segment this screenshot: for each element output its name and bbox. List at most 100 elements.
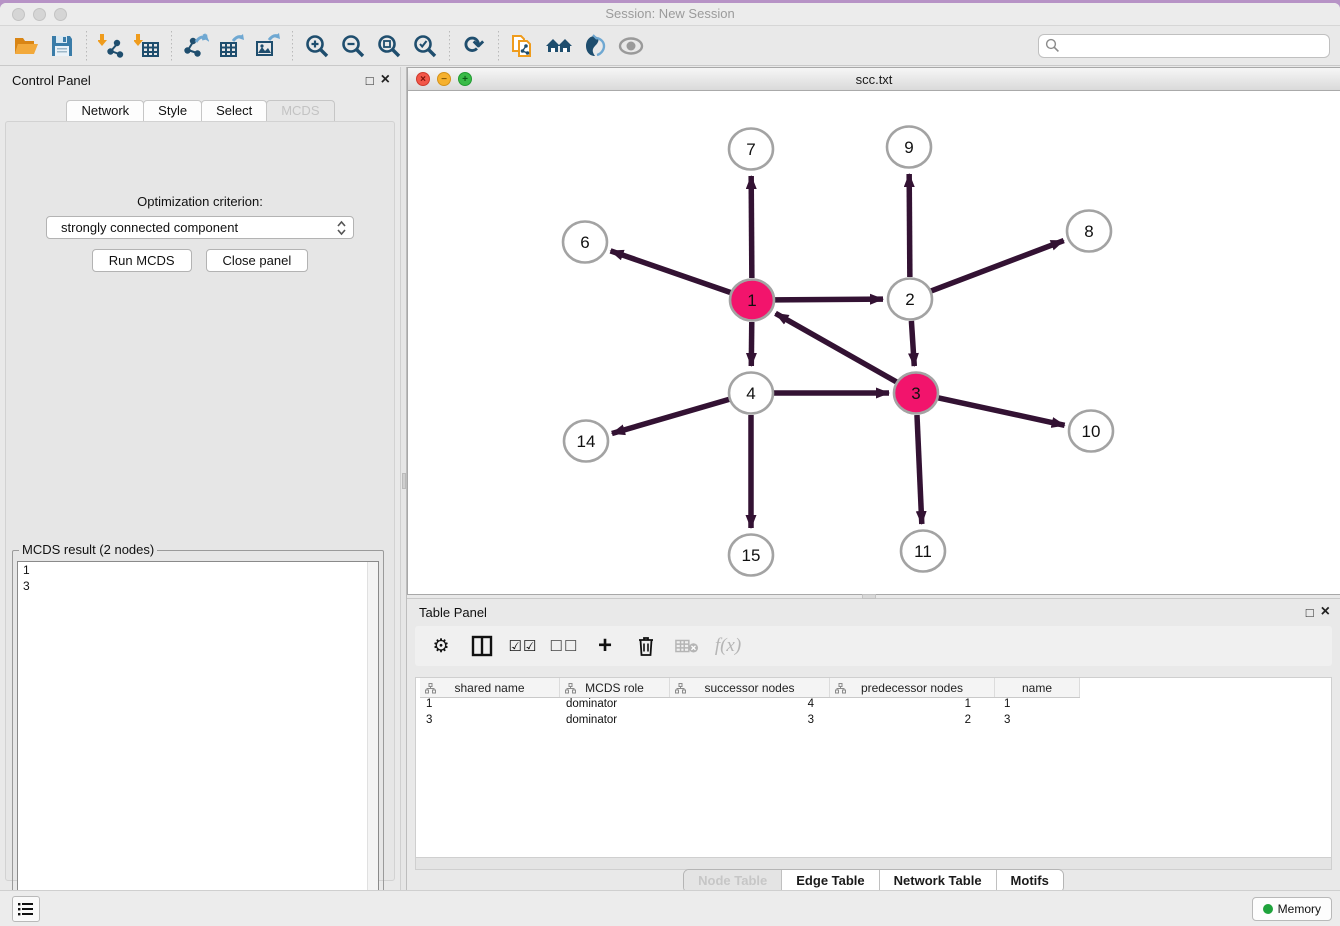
node-label: 15 [742, 546, 761, 565]
cell[interactable]: 2 [830, 714, 995, 730]
memory-status-icon [1263, 904, 1273, 914]
node-label: 4 [746, 384, 755, 403]
eye-icon[interactable] [615, 30, 647, 62]
criterion-select[interactable]: strongly connected component [46, 216, 354, 239]
tab-mcds[interactable]: MCDS [266, 100, 334, 121]
edge-3-11[interactable] [917, 415, 922, 524]
toolbar-separator [86, 31, 87, 61]
cell[interactable]: 3 [995, 714, 1080, 730]
export-table-icon[interactable] [216, 30, 248, 62]
edge-1-6[interactable] [611, 251, 732, 293]
zoom-out-icon[interactable] [337, 30, 369, 62]
toolbar-separator [171, 31, 172, 61]
table-row[interactable]: 3 dominator 3 2 3 [420, 714, 1080, 730]
column-header[interactable]: shared name [420, 678, 560, 697]
import-network-icon[interactable] [95, 30, 127, 62]
deselect-all-columns-icon[interactable]: ☐☐ [552, 634, 576, 658]
import-table-icon[interactable] [131, 30, 163, 62]
zoom-selected-icon[interactable] [409, 30, 441, 62]
close-panel-icon[interactable]: × [381, 72, 390, 88]
control-panel: Control Panel □ × Network Style Select M… [0, 67, 400, 883]
cell[interactable]: 3 [670, 714, 830, 730]
apply-style-icon[interactable] [579, 30, 611, 62]
cell[interactable]: 1 [995, 698, 1080, 714]
cell[interactable]: dominator [560, 698, 670, 714]
export-image-icon[interactable] [252, 30, 284, 62]
table-panel-title: Table Panel [419, 605, 487, 620]
edge-4-14[interactable] [612, 399, 730, 433]
tab-network-table[interactable]: Network Table [880, 870, 997, 892]
mcds-result-group: MCDS result (2 nodes) 1 3 [12, 550, 384, 926]
refresh-icon[interactable]: ⟳ [458, 30, 490, 62]
edge-2-9[interactable] [909, 174, 910, 277]
task-history-button[interactable] [12, 896, 40, 922]
zoom-in-icon[interactable] [301, 30, 333, 62]
edge-1-7[interactable] [751, 176, 752, 278]
edge-3-1[interactable] [775, 313, 896, 382]
tab-edge-table[interactable]: Edge Table [782, 870, 879, 892]
cell[interactable]: 4 [670, 698, 830, 714]
cell[interactable]: 3 [420, 714, 560, 730]
criterion-value: strongly connected component [61, 220, 238, 235]
show-columns-icon[interactable] [470, 634, 494, 658]
column-header[interactable]: successor nodes [670, 678, 830, 697]
network-canvas[interactable]: 7968124314101511 [408, 91, 1340, 594]
tab-style[interactable]: Style [143, 100, 202, 121]
home-icon[interactable] [543, 30, 575, 62]
column-header[interactable]: MCDS role [560, 678, 670, 697]
search-icon [1045, 38, 1060, 58]
table-toolbar: ⚙ ☑☑ ☐☐ + f(x) [415, 626, 1332, 666]
node-label: 11 [914, 542, 932, 561]
table-header-row: shared name MCDS role successor nodes pr… [420, 678, 1080, 698]
mcds-result-textarea[interactable]: 1 3 [17, 561, 379, 926]
vertical-splitter[interactable] [400, 67, 407, 890]
cell[interactable]: 1 [830, 698, 995, 714]
splitter-grip[interactable] [402, 473, 406, 489]
main-toolbar: ⟳ [0, 27, 1340, 66]
toolbar-separator [449, 31, 450, 61]
function-builder-icon[interactable]: f(x) [716, 634, 740, 658]
float-panel-icon[interactable]: □ [1306, 606, 1314, 619]
node-label: 6 [580, 233, 589, 252]
search-input[interactable] [1038, 34, 1330, 58]
cell[interactable]: dominator [560, 714, 670, 730]
column-header[interactable]: name [995, 678, 1080, 697]
network-window-titlebar[interactable]: × − + scc.txt [408, 68, 1340, 91]
result-scrollbar[interactable] [367, 562, 378, 926]
table-panel: Table Panel □ × ⚙ ☑☑ ☐☐ + f(x) [407, 598, 1340, 891]
node-label: 3 [911, 384, 920, 403]
edge-2-3[interactable] [911, 321, 914, 366]
table-row[interactable]: 1 dominator 4 1 1 [420, 698, 1080, 714]
add-column-icon[interactable]: + [593, 634, 617, 658]
save-session-icon[interactable] [46, 30, 78, 62]
main-titlebar: Session: New Session [0, 3, 1340, 26]
cell[interactable]: 1 [420, 698, 560, 714]
control-panel-title: Control Panel [12, 73, 91, 88]
close-panel-button[interactable]: Close panel [206, 249, 309, 272]
close-panel-icon[interactable]: × [1321, 604, 1330, 620]
export-network-icon[interactable] [180, 30, 212, 62]
column-header[interactable]: predecessor nodes [830, 678, 995, 697]
result-line: 1 [18, 562, 378, 578]
edge-1-2[interactable] [774, 299, 883, 300]
memory-button[interactable]: Memory [1252, 897, 1332, 921]
edge-2-8[interactable] [931, 241, 1064, 292]
network-title: scc.txt [408, 72, 1340, 87]
tab-select[interactable]: Select [201, 100, 267, 121]
clone-network-icon[interactable] [507, 30, 539, 62]
mcds-panel: Optimization criterion: strongly connect… [5, 121, 395, 881]
tab-motifs[interactable]: Motifs [997, 870, 1063, 892]
delete-column-icon[interactable] [634, 634, 658, 658]
table-options-icon[interactable]: ⚙ [429, 634, 453, 658]
float-panel-icon[interactable]: □ [366, 74, 374, 87]
edge-3-10[interactable] [937, 398, 1064, 426]
open-session-icon[interactable] [10, 30, 42, 62]
tab-node-table[interactable]: Node Table [684, 870, 782, 892]
select-all-columns-icon[interactable]: ☑☑ [511, 634, 535, 658]
run-mcds-button[interactable]: Run MCDS [92, 249, 192, 272]
zoom-fit-icon[interactable] [373, 30, 405, 62]
tab-network[interactable]: Network [66, 100, 144, 121]
network-graph[interactable]: 7968124314101511 [408, 91, 1340, 596]
node-label: 7 [746, 140, 755, 159]
delete-table-icon[interactable] [675, 634, 699, 658]
